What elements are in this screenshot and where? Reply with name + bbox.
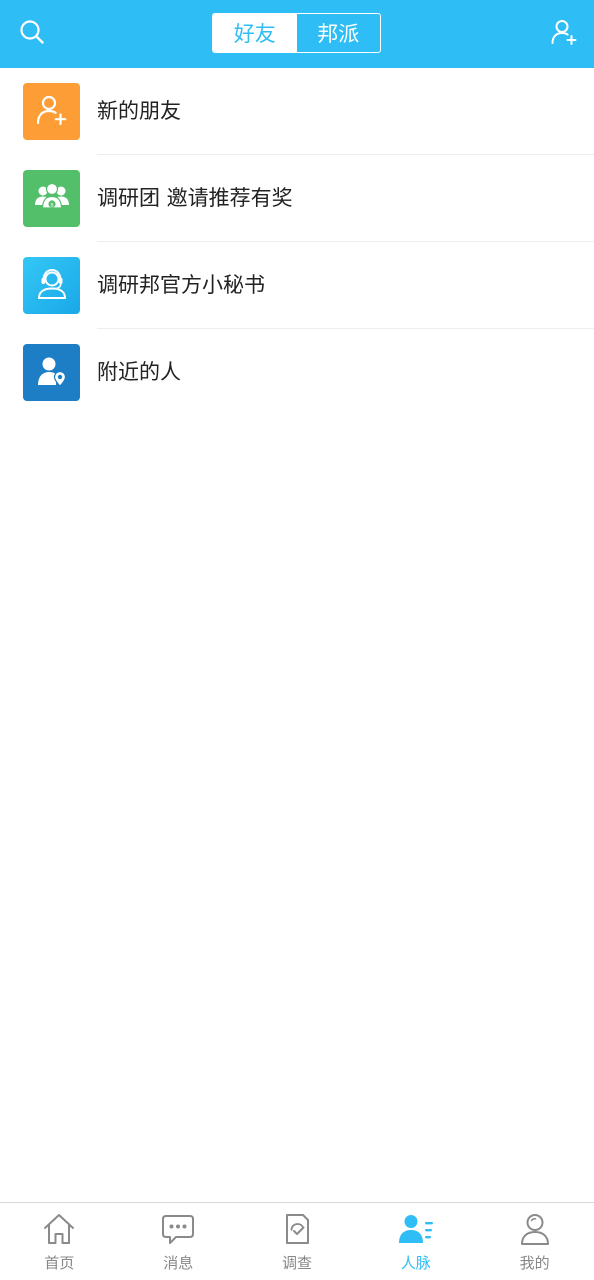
tab-survey[interactable]: 调查 [238,1203,357,1280]
survey-icon [279,1211,315,1247]
list-item-research-team[interactable]: $ 调研团 邀请推荐有奖 [0,155,594,242]
svg-text:$: $ [50,202,54,208]
tab-label: 消息 [163,1254,194,1272]
top-bar: 好友 邦派 [0,0,594,68]
tab-friends[interactable]: 好友 [213,14,297,52]
list-item-new-friends[interactable]: 新的朋友 [0,68,594,155]
group-money-icon: $ [33,180,71,218]
tab-label: 人脉 [400,1254,431,1272]
tab-messages[interactable]: 消息 [119,1203,238,1280]
contacts-entry-list: 新的朋友 $ 调研团 邀请推荐有奖 调研邦官方小秘书 附近的人 [0,68,594,416]
list-item-label: 附近的人 [97,360,181,384]
bottom-tab-bar: 首页 消息 调查 人脉 我的 [0,1202,594,1280]
tab-profile[interactable]: 我的 [475,1203,594,1280]
tab-label: 调查 [281,1254,312,1272]
nearby-people-icon-box [23,344,80,401]
message-icon [160,1211,196,1247]
list-item-label: 新的朋友 [97,99,181,123]
new-friends-icon-box [23,83,80,140]
tab-label: 首页 [44,1254,75,1272]
profile-icon [517,1211,553,1247]
list-item-official-assistant[interactable]: 调研邦官方小秘书 [0,242,594,329]
home-icon [41,1211,77,1247]
list-item-nearby-people[interactable]: 附近的人 [0,329,594,416]
list-item-label: 调研邦官方小秘书 [97,273,265,297]
search-button[interactable] [14,16,50,52]
list-item-label: 调研团 邀请推荐有奖 [97,186,293,210]
official-assistant-icon-box [23,257,80,314]
tab-home[interactable]: 首页 [0,1203,119,1280]
app-root: 好友 邦派 新的朋友 $ 调研团 邀请推荐有奖 调研邦官方小秘书 附近的人 首页… [0,0,594,1280]
person-location-icon [35,354,69,392]
tab-contacts[interactable]: 人脉 [356,1203,475,1280]
tab-groups[interactable]: 邦派 [297,14,381,52]
research-team-icon-box: $ [23,170,80,227]
add-user-icon [550,18,578,50]
add-friend-button[interactable] [546,16,582,52]
search-icon [19,19,45,49]
contacts-icon [398,1211,434,1247]
friends-groups-segment: 好友 邦派 [212,13,381,53]
add-user-icon [35,93,69,131]
tab-label: 我的 [519,1254,550,1272]
customer-service-icon [34,266,70,306]
